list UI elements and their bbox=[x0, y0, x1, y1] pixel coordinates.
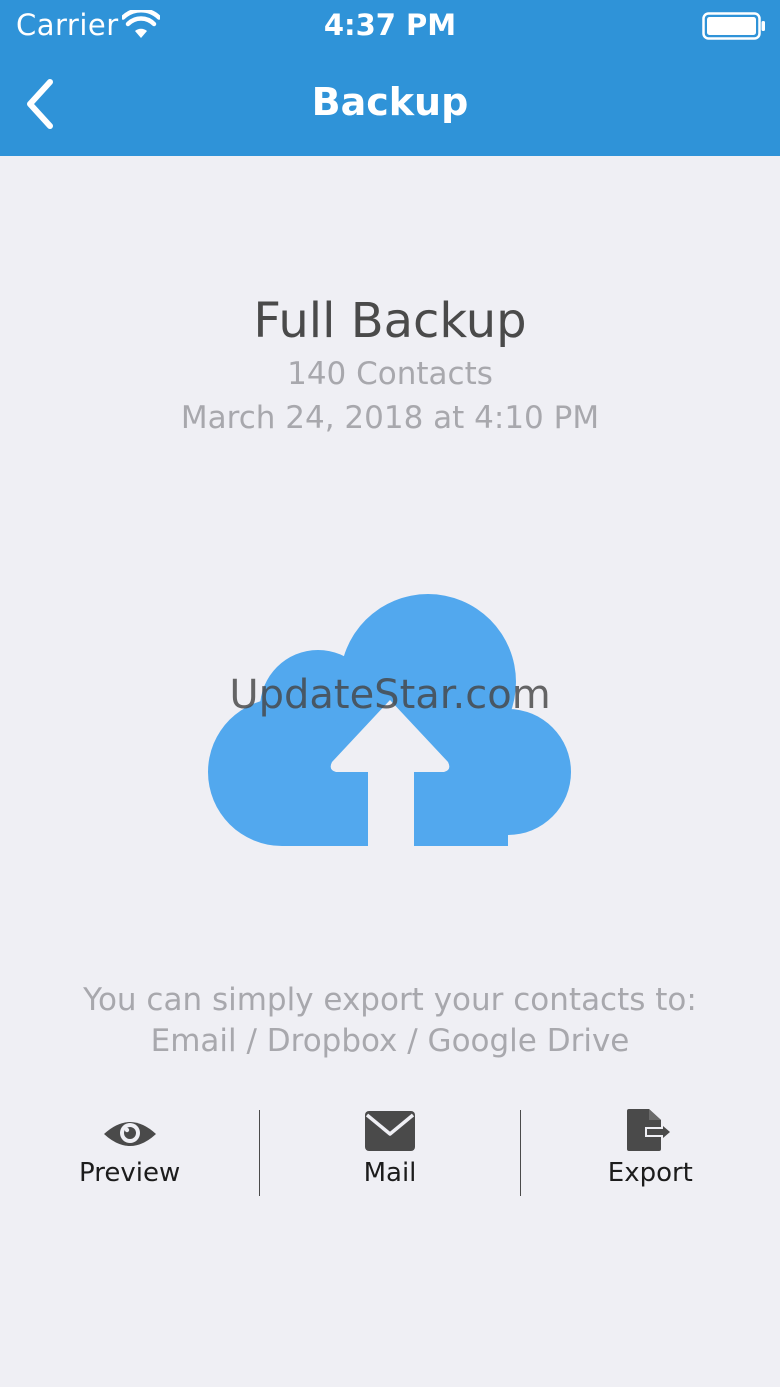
mail-label: Mail bbox=[363, 1158, 417, 1188]
backup-title: Full Backup bbox=[253, 293, 527, 349]
preview-button[interactable]: Preview bbox=[0, 1108, 259, 1198]
nav-bar: Backup bbox=[0, 52, 780, 156]
page-title: Backup bbox=[311, 80, 469, 124]
export-label: Export bbox=[607, 1158, 693, 1188]
battery-icon bbox=[702, 12, 765, 40]
mail-button[interactable]: Mail bbox=[260, 1108, 519, 1198]
status-time: 4:37 PM bbox=[323, 8, 457, 42]
export-description-line-2: Email / Dropbox / Google Drive bbox=[150, 1023, 630, 1059]
backup-info: Full Backup 140 Contacts March 24, 2018 … bbox=[0, 290, 780, 440]
export-file-icon bbox=[627, 1109, 674, 1151]
contacts-count: 140 Contacts bbox=[287, 356, 493, 392]
export-description-line-1: You can simply export your contacts to: bbox=[83, 982, 697, 1018]
envelope-icon bbox=[364, 1111, 415, 1151]
export-button[interactable]: Export bbox=[521, 1108, 780, 1198]
eye-icon bbox=[103, 1122, 156, 1146]
export-description: You can simply export your contacts to: … bbox=[0, 980, 780, 1062]
action-bar: Preview Mail Export bbox=[0, 1108, 780, 1198]
cloud-upload-icon bbox=[208, 594, 571, 846]
status-bar: Carrier 4:37 PM bbox=[0, 0, 780, 52]
backup-screen: Carrier 4:37 PM Backup Full Backup 140 C… bbox=[0, 0, 780, 1387]
watermark-text: UpdateStar.com bbox=[229, 672, 551, 718]
header: Carrier 4:37 PM Backup bbox=[0, 0, 780, 156]
backup-date: March 24, 2018 at 4:10 PM bbox=[180, 400, 600, 436]
preview-label: Preview bbox=[79, 1158, 181, 1188]
